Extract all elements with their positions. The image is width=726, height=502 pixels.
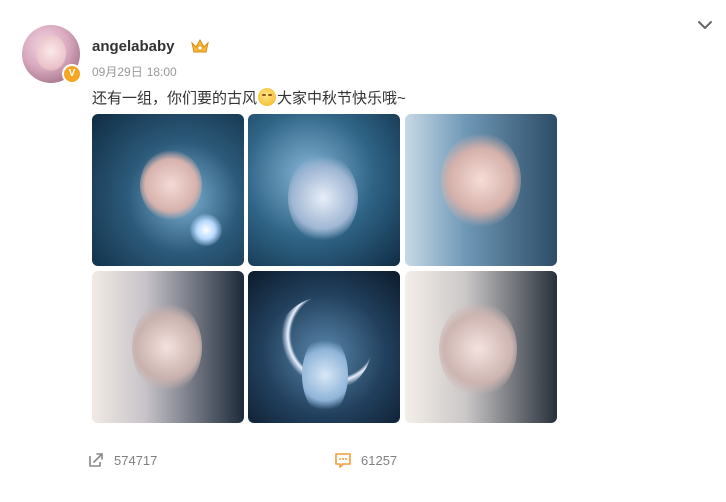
- post-text-part-2: 大家中秋节快乐哦~: [277, 90, 406, 107]
- smile-emoji-icon: [258, 88, 277, 106]
- photo-4[interactable]: [92, 271, 244, 423]
- repost-count: 574717: [114, 453, 158, 468]
- photo-1[interactable]: [92, 114, 244, 266]
- post-text: 还有一组，你们要的古风 大家中秋节快乐哦~: [92, 87, 406, 108]
- comment-icon: [335, 453, 351, 468]
- post-text-part-1: 还有一组，你们要的古风: [92, 90, 258, 107]
- avatar-image: [36, 35, 66, 71]
- photo-figure: [302, 335, 348, 415]
- photo-figure: [288, 154, 358, 242]
- crown-icon[interactable]: [190, 37, 210, 55]
- post-date[interactable]: 09月29日: [92, 65, 143, 79]
- photo-figure: [439, 301, 517, 397]
- username[interactable]: angelababy: [92, 38, 175, 55]
- comment-count: 61257: [361, 453, 398, 468]
- photo-6[interactable]: [405, 271, 557, 423]
- photo-figure: [441, 132, 521, 228]
- photo-3[interactable]: [405, 114, 557, 266]
- comment-button[interactable]: 61257: [333, 450, 397, 470]
- post-meta: 09月29日 18:00: [92, 63, 181, 80]
- photo-figure: [132, 301, 202, 393]
- verified-badge: V: [62, 64, 82, 84]
- photo-figure: [140, 150, 202, 220]
- photo-2[interactable]: [248, 114, 400, 266]
- share-icon: [89, 453, 103, 467]
- post-time[interactable]: 18:00: [147, 65, 177, 79]
- repost-button[interactable]: 574717: [86, 450, 157, 470]
- avatar[interactable]: V: [22, 25, 82, 84]
- photo-5[interactable]: [248, 271, 400, 423]
- chevron-down-icon[interactable]: [696, 18, 714, 32]
- photo-glow: [190, 214, 222, 246]
